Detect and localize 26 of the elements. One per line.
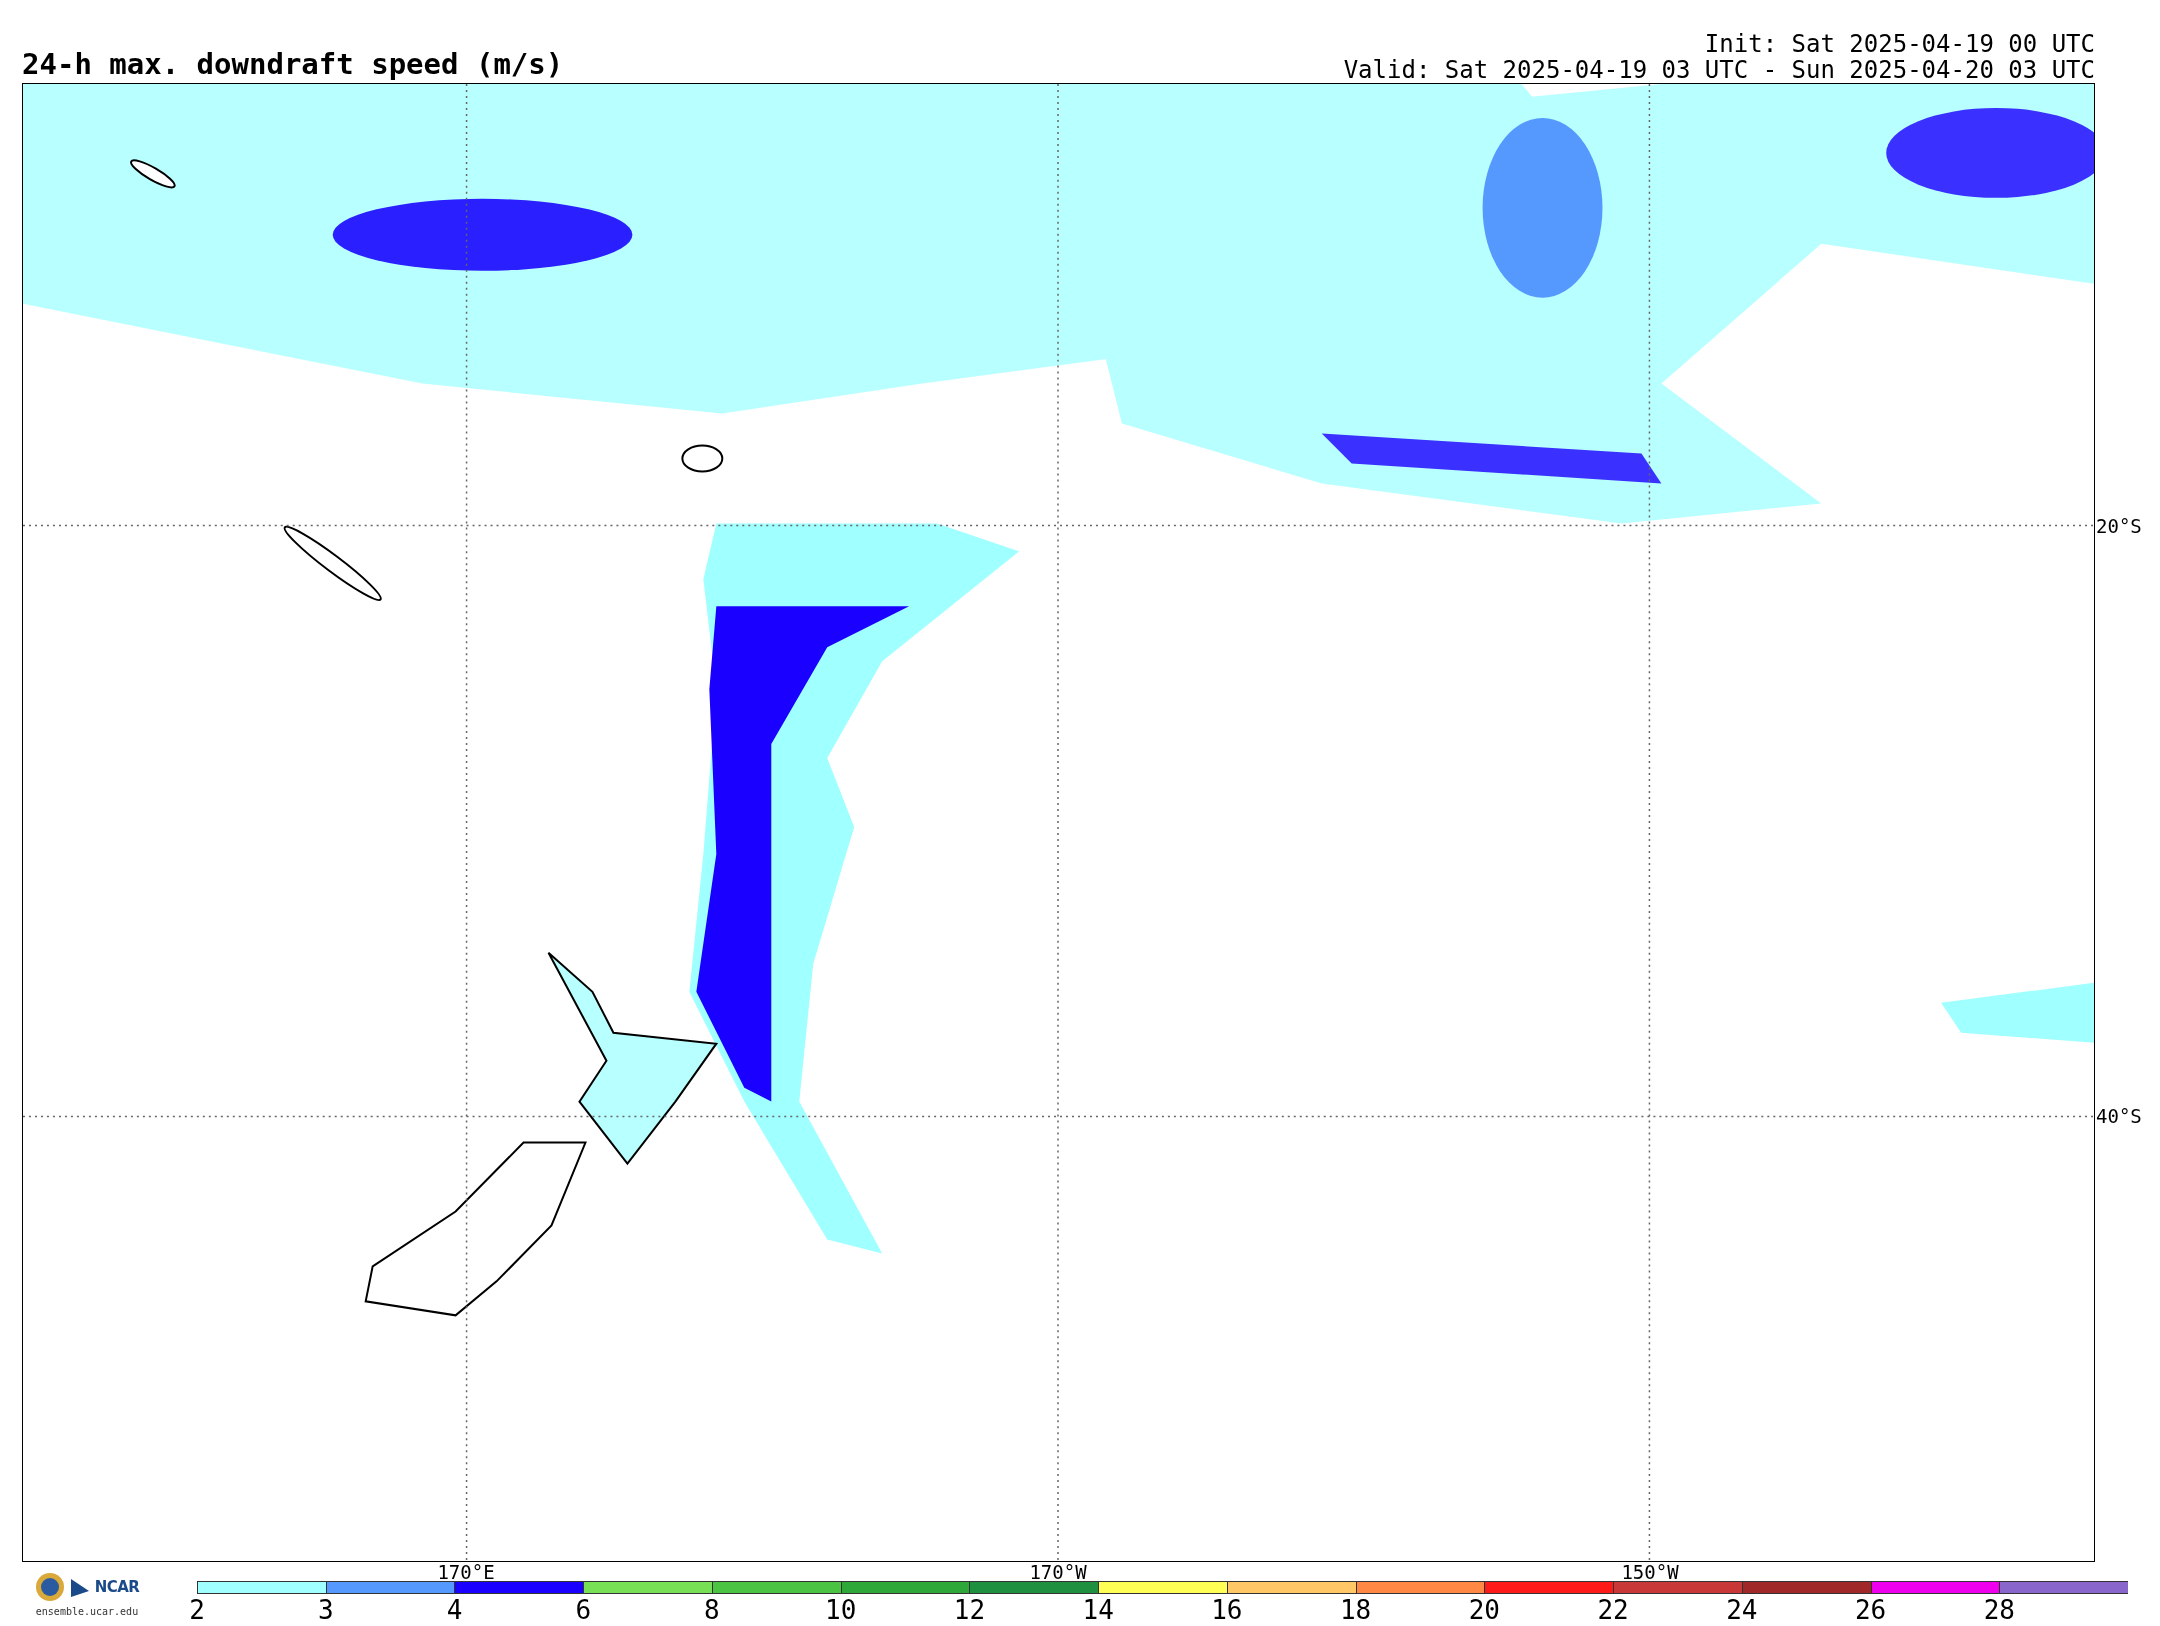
legend-label: 18 — [1339, 1596, 1372, 1624]
legend-label: 12 — [953, 1596, 986, 1624]
legend-label: 26 — [1854, 1596, 1887, 1624]
longitude-label: 170°E — [437, 1562, 495, 1582]
legend-label: 10 — [825, 1596, 857, 1624]
seal-icon — [34, 1572, 65, 1602]
logo-text: NCAR — [94, 1578, 140, 1596]
legend-label: 8 — [704, 1596, 720, 1624]
legend-label: 4 — [446, 1596, 463, 1624]
legend-label: 28 — [1983, 1596, 2015, 1624]
legend-label: 20 — [1468, 1596, 1500, 1624]
chart-title: 24-h max. downdraft speed (m/s) — [22, 47, 564, 83]
valid-period: Valid: Sat 2025-04-19 03 UTC - Sun 2025-04-20 03 UTC — [1343, 57, 2095, 83]
legend-label: 14 — [1082, 1596, 1114, 1624]
legend-label: 6 — [575, 1596, 592, 1624]
init-time: Init: Sat 2025-04-19 00 UTC — [1704, 31, 2095, 57]
latitude-label: 40°S — [2096, 1105, 2142, 1128]
legend-label: 24 — [1726, 1596, 1758, 1624]
latitude-label: 20°S — [2096, 514, 2142, 537]
legend-label: 2 — [189, 1596, 205, 1624]
longitude-label: 150°W — [1621, 1562, 1679, 1582]
legend-label: 16 — [1211, 1596, 1243, 1624]
legend-label: 22 — [1597, 1596, 1629, 1624]
site-url: ensemble.ucar.edu — [35, 1606, 139, 1617]
longitude-label: 170°W — [1029, 1562, 1087, 1582]
legend-label: 3 — [317, 1596, 334, 1624]
